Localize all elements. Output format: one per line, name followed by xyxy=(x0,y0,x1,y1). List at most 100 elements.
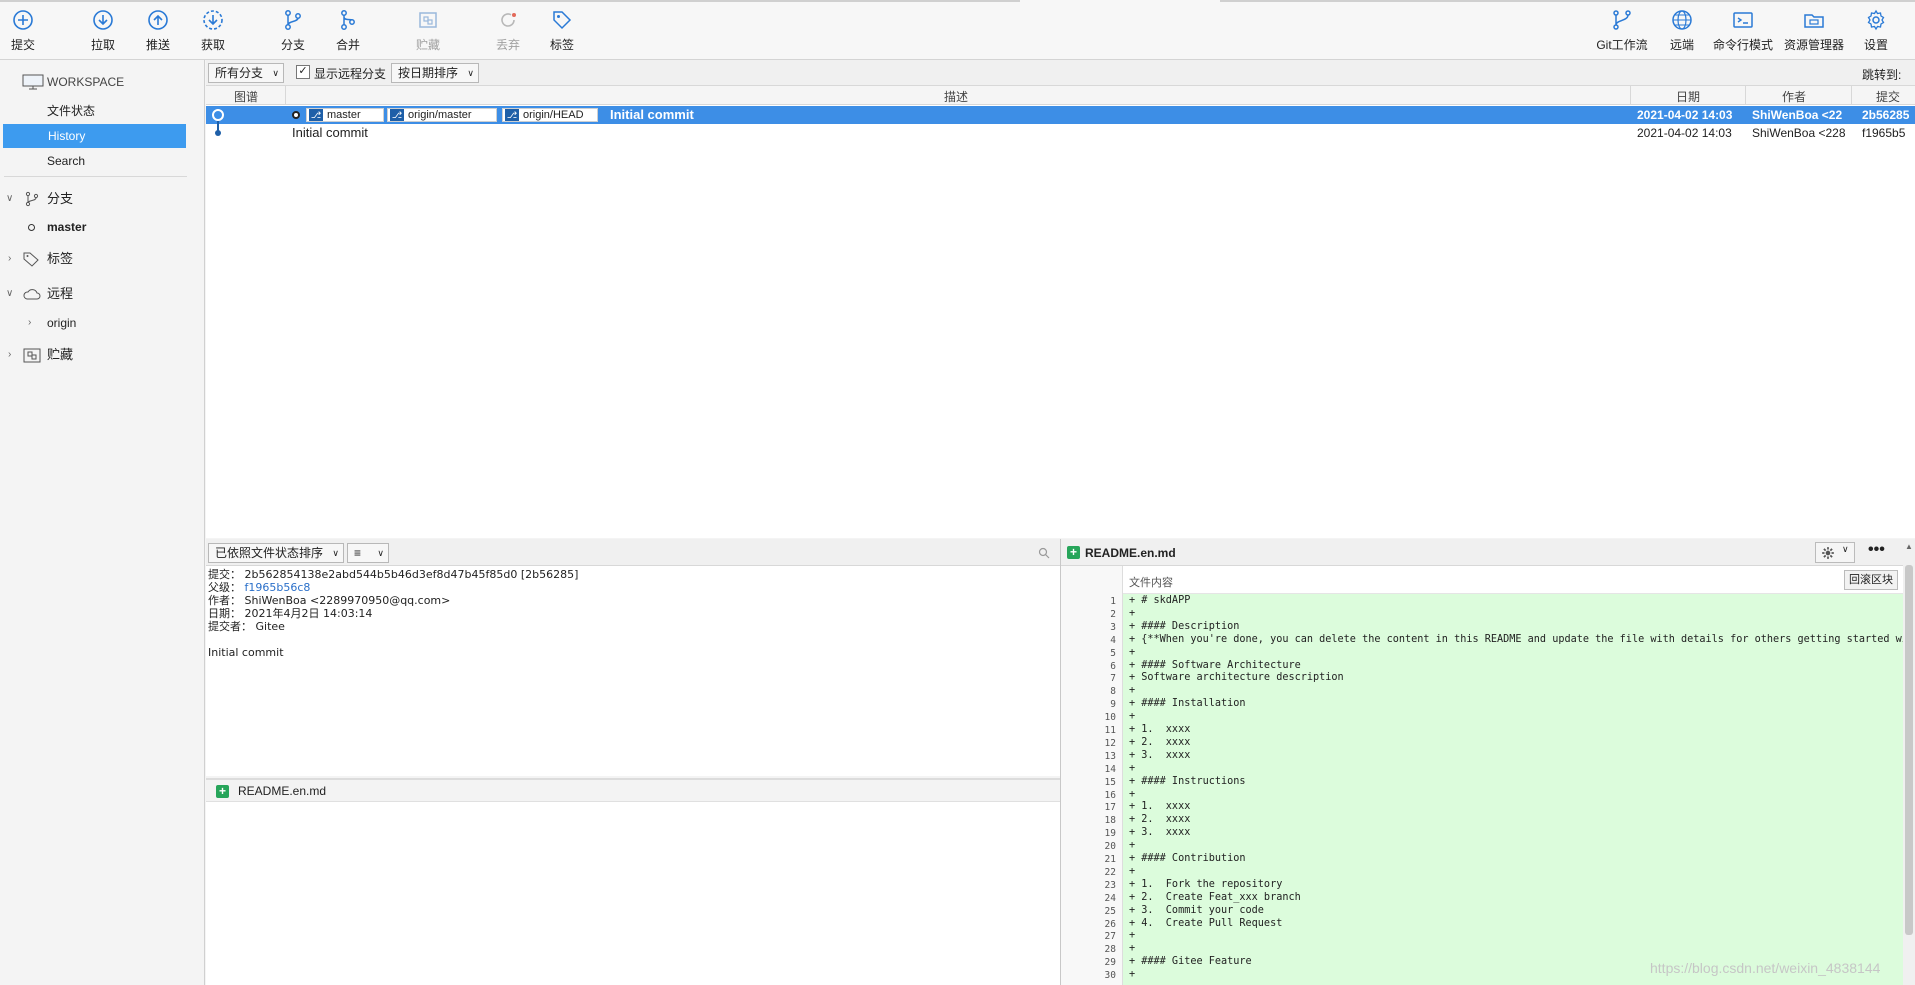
sidebar-section-remotes[interactable]: ∨ 远程 xyxy=(0,282,205,306)
line-number: 10 xyxy=(1104,712,1116,724)
jump-to-label: 跳转到: xyxy=(1862,68,1902,82)
terminal-button[interactable]: 命令行模式 xyxy=(1713,8,1773,56)
column-header-commit[interactable]: 提交 xyxy=(1876,88,1900,105)
line-number: 23 xyxy=(1104,879,1116,891)
remote-button[interactable]: 远端 xyxy=(1652,8,1712,56)
line-number: 25 xyxy=(1104,905,1116,917)
push-label: 推送 xyxy=(145,38,170,52)
diff-code-view: + # skdAPP + + #### Description + {**When y… xyxy=(1123,594,1903,985)
diff-scrollbar[interactable]: ▲ xyxy=(1903,539,1915,985)
diff-line: + 1. xxxx xyxy=(1129,801,1191,813)
changed-files-area xyxy=(206,802,1060,985)
column-header-graph[interactable]: 图谱 xyxy=(234,88,258,105)
scrollbar-thumb[interactable] xyxy=(1905,565,1913,935)
show-remote-checkbox[interactable]: ✓ xyxy=(296,65,310,79)
diff-line: + xyxy=(1129,685,1136,697)
folder-icon xyxy=(1804,14,1824,28)
stash-button[interactable]: 贮藏 xyxy=(398,8,458,56)
branch-tag-master[interactable]: ⎇ master xyxy=(306,108,384,122)
diff-line: + 3. xxxx xyxy=(1129,749,1191,761)
push-button[interactable]: 推送 xyxy=(128,8,188,56)
stash-label: 贮藏 xyxy=(415,38,440,52)
sidebar-item-master[interactable]: master xyxy=(0,215,205,239)
line-number: 14 xyxy=(1104,763,1116,775)
pull-button[interactable]: 拉取 xyxy=(73,8,133,56)
line-number: 5 xyxy=(1110,647,1116,659)
watermark: https://blog.csdn.net/weixin_4838144 xyxy=(1650,960,1881,976)
commit-message: Initial commit xyxy=(292,125,368,140)
commit-message: Initial commit xyxy=(610,107,694,122)
added-file-icon: + xyxy=(1067,546,1080,559)
sidebar-item-search[interactable]: Search xyxy=(0,149,205,173)
diff-line: + xyxy=(1129,865,1136,877)
view-mode-dropdown[interactable]: ≡ ∨ xyxy=(347,543,389,563)
sidebar-item-history[interactable]: History xyxy=(3,124,186,148)
more-options-icon[interactable]: ••• xyxy=(1868,541,1885,559)
merge-button[interactable]: 合并 xyxy=(318,8,378,56)
branch-filter-dropdown[interactable]: 所有分支 ∨ xyxy=(208,63,284,83)
column-header-description[interactable]: 描述 xyxy=(944,88,968,105)
sidebar-section-stashes[interactable]: › 贮藏 xyxy=(0,343,205,367)
parent-hash-link[interactable]: f1965b56c8 xyxy=(245,581,311,594)
diff-line: + #### Instructions xyxy=(1129,775,1246,787)
chevron-down-icon: ∨ xyxy=(272,68,279,78)
scroll-up-icon[interactable]: ▲ xyxy=(1905,542,1913,551)
commit-hash: 2b56285 xyxy=(1862,108,1910,122)
git-flow-button[interactable]: Git工作流 xyxy=(1592,8,1652,56)
sidebar-section-branches[interactable]: ∨ 分支 xyxy=(0,187,205,211)
changed-file-name[interactable]: README.en.md xyxy=(238,780,326,802)
diff-line: + xyxy=(1129,762,1136,774)
discard-button[interactable]: 丢弃 xyxy=(478,8,538,56)
diff-settings-dropdown[interactable]: ∨ xyxy=(1815,542,1855,563)
sidebar-item-label: History xyxy=(48,129,86,143)
line-number: 2 xyxy=(1110,608,1116,620)
hunk-label: 文件内容 xyxy=(1129,577,1173,589)
branch-icon xyxy=(285,10,301,30)
branch-tag-origin-head[interactable]: ⎇ origin/HEAD xyxy=(502,108,598,122)
author-detail-line: 作者： ShiWenBoa <2289970950@qq.com> xyxy=(208,594,451,607)
history-header: 图谱 描述 日期 作者 提交 xyxy=(206,86,1915,105)
search-icon[interactable] xyxy=(1038,547,1050,559)
stash-icon xyxy=(419,12,437,28)
file-sort-dropdown[interactable]: 已依照文件状态排序 ∨ xyxy=(208,543,344,563)
commit-author: ShiWenBoa <228 xyxy=(1752,126,1846,140)
terminal-icon xyxy=(1733,12,1753,28)
commit-history-table: 图谱 描述 日期 作者 提交 ⎇ master ⎇ origin/master ⎇ o… xyxy=(206,86,1915,538)
diff-hunk-header: 文件内容 回滚区块 xyxy=(1061,566,1903,594)
diff-file-name: README.en.md xyxy=(1085,546,1176,560)
branch-icon: ⎇ xyxy=(390,109,404,121)
toolbar-top-border xyxy=(0,0,1020,2)
commit-row[interactable]: Initial commit 2021-04-02 14:03 ShiWenBo… xyxy=(206,121,1915,142)
line-number: 6 xyxy=(1110,660,1116,672)
branch-button[interactable]: 分支 xyxy=(263,8,323,56)
fetch-button[interactable]: 获取 xyxy=(183,8,243,56)
column-header-date[interactable]: 日期 xyxy=(1676,88,1700,105)
explorer-button[interactable]: 资源管理器 xyxy=(1782,8,1846,56)
push-arrow-up-icon xyxy=(148,10,168,30)
sidebar-section-tags[interactable]: › 标签 xyxy=(0,247,205,271)
merge-icon xyxy=(341,10,355,30)
branch-icon: ⎇ xyxy=(309,109,323,121)
diff-line: + xyxy=(1129,930,1136,942)
settings-button[interactable]: 设置 xyxy=(1846,8,1906,56)
commit-button[interactable]: 提交 xyxy=(0,8,53,56)
commit-plus-icon xyxy=(13,10,33,30)
line-number: 26 xyxy=(1104,918,1116,930)
column-header-author[interactable]: 作者 xyxy=(1782,88,1806,105)
tag-button[interactable]: 标签 xyxy=(532,8,592,56)
rollback-hunk-button[interactable]: 回滚区块 xyxy=(1844,570,1898,590)
diff-line: + 2. Create Feat_xxx branch xyxy=(1129,891,1301,903)
graph-node-icon xyxy=(215,130,221,136)
sort-order-dropdown[interactable]: 按日期排序 ∨ xyxy=(391,63,479,83)
discard-icon xyxy=(501,13,516,27)
sidebar-item-origin[interactable]: › origin xyxy=(0,311,205,335)
branch-tag-origin-master[interactable]: ⎇ origin/master xyxy=(387,108,497,122)
sidebar-section-label: 分支 xyxy=(47,191,74,206)
chevron-right-icon: › xyxy=(8,253,12,264)
line-number: 4 xyxy=(1110,634,1116,646)
date-value: 2021年4月2日 14:03:14 xyxy=(244,607,373,620)
sidebar-item-file-status[interactable]: 文件状态 xyxy=(0,99,205,123)
show-remote-label: 显示远程分支 xyxy=(314,67,387,81)
commit-row[interactable]: ⎇ master ⎇ origin/master ⎇ origin/HEAD Init… xyxy=(206,106,1915,124)
sidebar-divider xyxy=(4,176,187,177)
